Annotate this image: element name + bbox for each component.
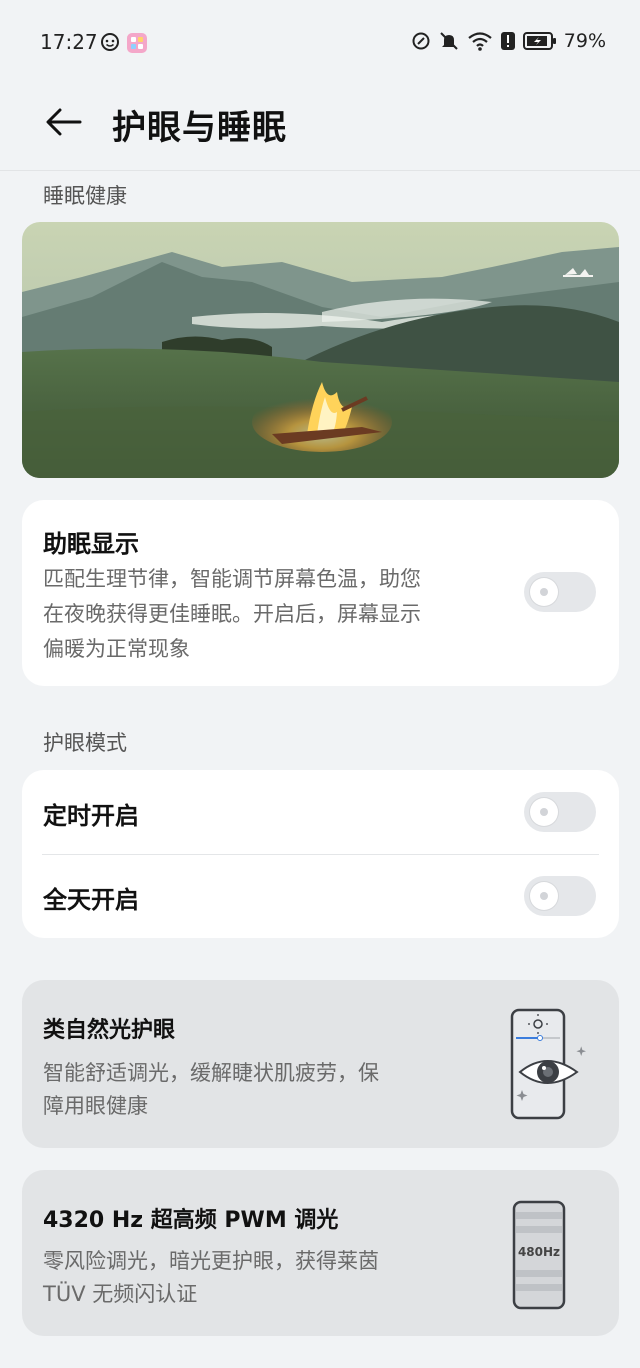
status-time: 17:27 — [40, 30, 98, 54]
nfc-icon — [412, 32, 430, 50]
app-notification-icon — [127, 33, 147, 53]
page-title: 护眼与睡眠 — [112, 108, 287, 148]
face-icon — [101, 33, 119, 51]
toggle-knob — [530, 578, 558, 606]
pwm-description: 零风险调光，暗光更护眼，获得莱茵 TÜV 无频闪认证 — [43, 1249, 379, 1306]
sleep-display-title: 助眠显示 — [43, 530, 139, 558]
header: 护眼与睡眠 — [0, 88, 640, 168]
status-right-icons: 79% — [411, 30, 606, 52]
alert-icon — [500, 32, 515, 50]
natural-light-feature-card[interactable]: 类自然光护眼 智能舒适调光，缓解睫状肌疲劳，保 障用眼健康 — [22, 980, 619, 1148]
pwm-frequency-label: 480Hz — [517, 1245, 561, 1259]
hero-image — [22, 222, 619, 478]
sleep-display-description: 匹配生理节律，智能调节屏幕色温，助您 在夜晚获得更佳睡眠。开启后，屏幕显示 偏暖… — [43, 567, 421, 661]
sleep-display-toggle[interactable] — [524, 572, 596, 612]
header-divider — [0, 170, 640, 171]
all-day-on-label: 全天开启 — [43, 886, 139, 914]
all-day-on-toggle[interactable] — [524, 876, 596, 916]
eye-mode-card: 定时开启 全天开启 — [22, 770, 619, 938]
section-title-eye-mode: 护眼模式 — [43, 731, 127, 755]
battery-percent: 79% — [563, 30, 606, 52]
back-arrow-icon[interactable] — [40, 102, 86, 148]
pwm-phone-icon: 480Hz — [512, 1200, 566, 1310]
pwm-title: 4320 Hz 超高频 PWM 调光 — [43, 1208, 339, 1233]
scheduled-on-toggle[interactable] — [524, 792, 596, 832]
back-button[interactable] — [40, 102, 86, 148]
status-bar: 17:27 79% — [0, 0, 640, 88]
scheduled-on-label: 定时开启 — [43, 802, 139, 830]
section-title-sleep: 睡眠健康 — [43, 184, 127, 208]
eye-phone-icon — [510, 1008, 586, 1120]
mute-bell-icon — [440, 32, 458, 50]
toggle-knob — [530, 798, 558, 826]
natural-light-description: 智能舒适调光，缓解睫状肌疲劳，保 障用眼健康 — [43, 1061, 379, 1118]
wifi-icon — [468, 32, 492, 51]
natural-light-title: 类自然光护眼 — [43, 1018, 176, 1043]
status-left-icons — [100, 32, 148, 54]
pwm-feature-card[interactable]: 4320 Hz 超高频 PWM 调光 零风险调光，暗光更护眼，获得莱茵 TÜV … — [22, 1170, 619, 1336]
sleep-display-card: 助眠显示 匹配生理节律，智能调节屏幕色温，助您 在夜晚获得更佳睡眠。开启后，屏幕… — [22, 500, 619, 686]
battery-icon — [522, 32, 556, 50]
row-divider — [42, 854, 599, 855]
campfire-landscape-illustration — [22, 222, 619, 478]
toggle-knob — [530, 882, 558, 910]
